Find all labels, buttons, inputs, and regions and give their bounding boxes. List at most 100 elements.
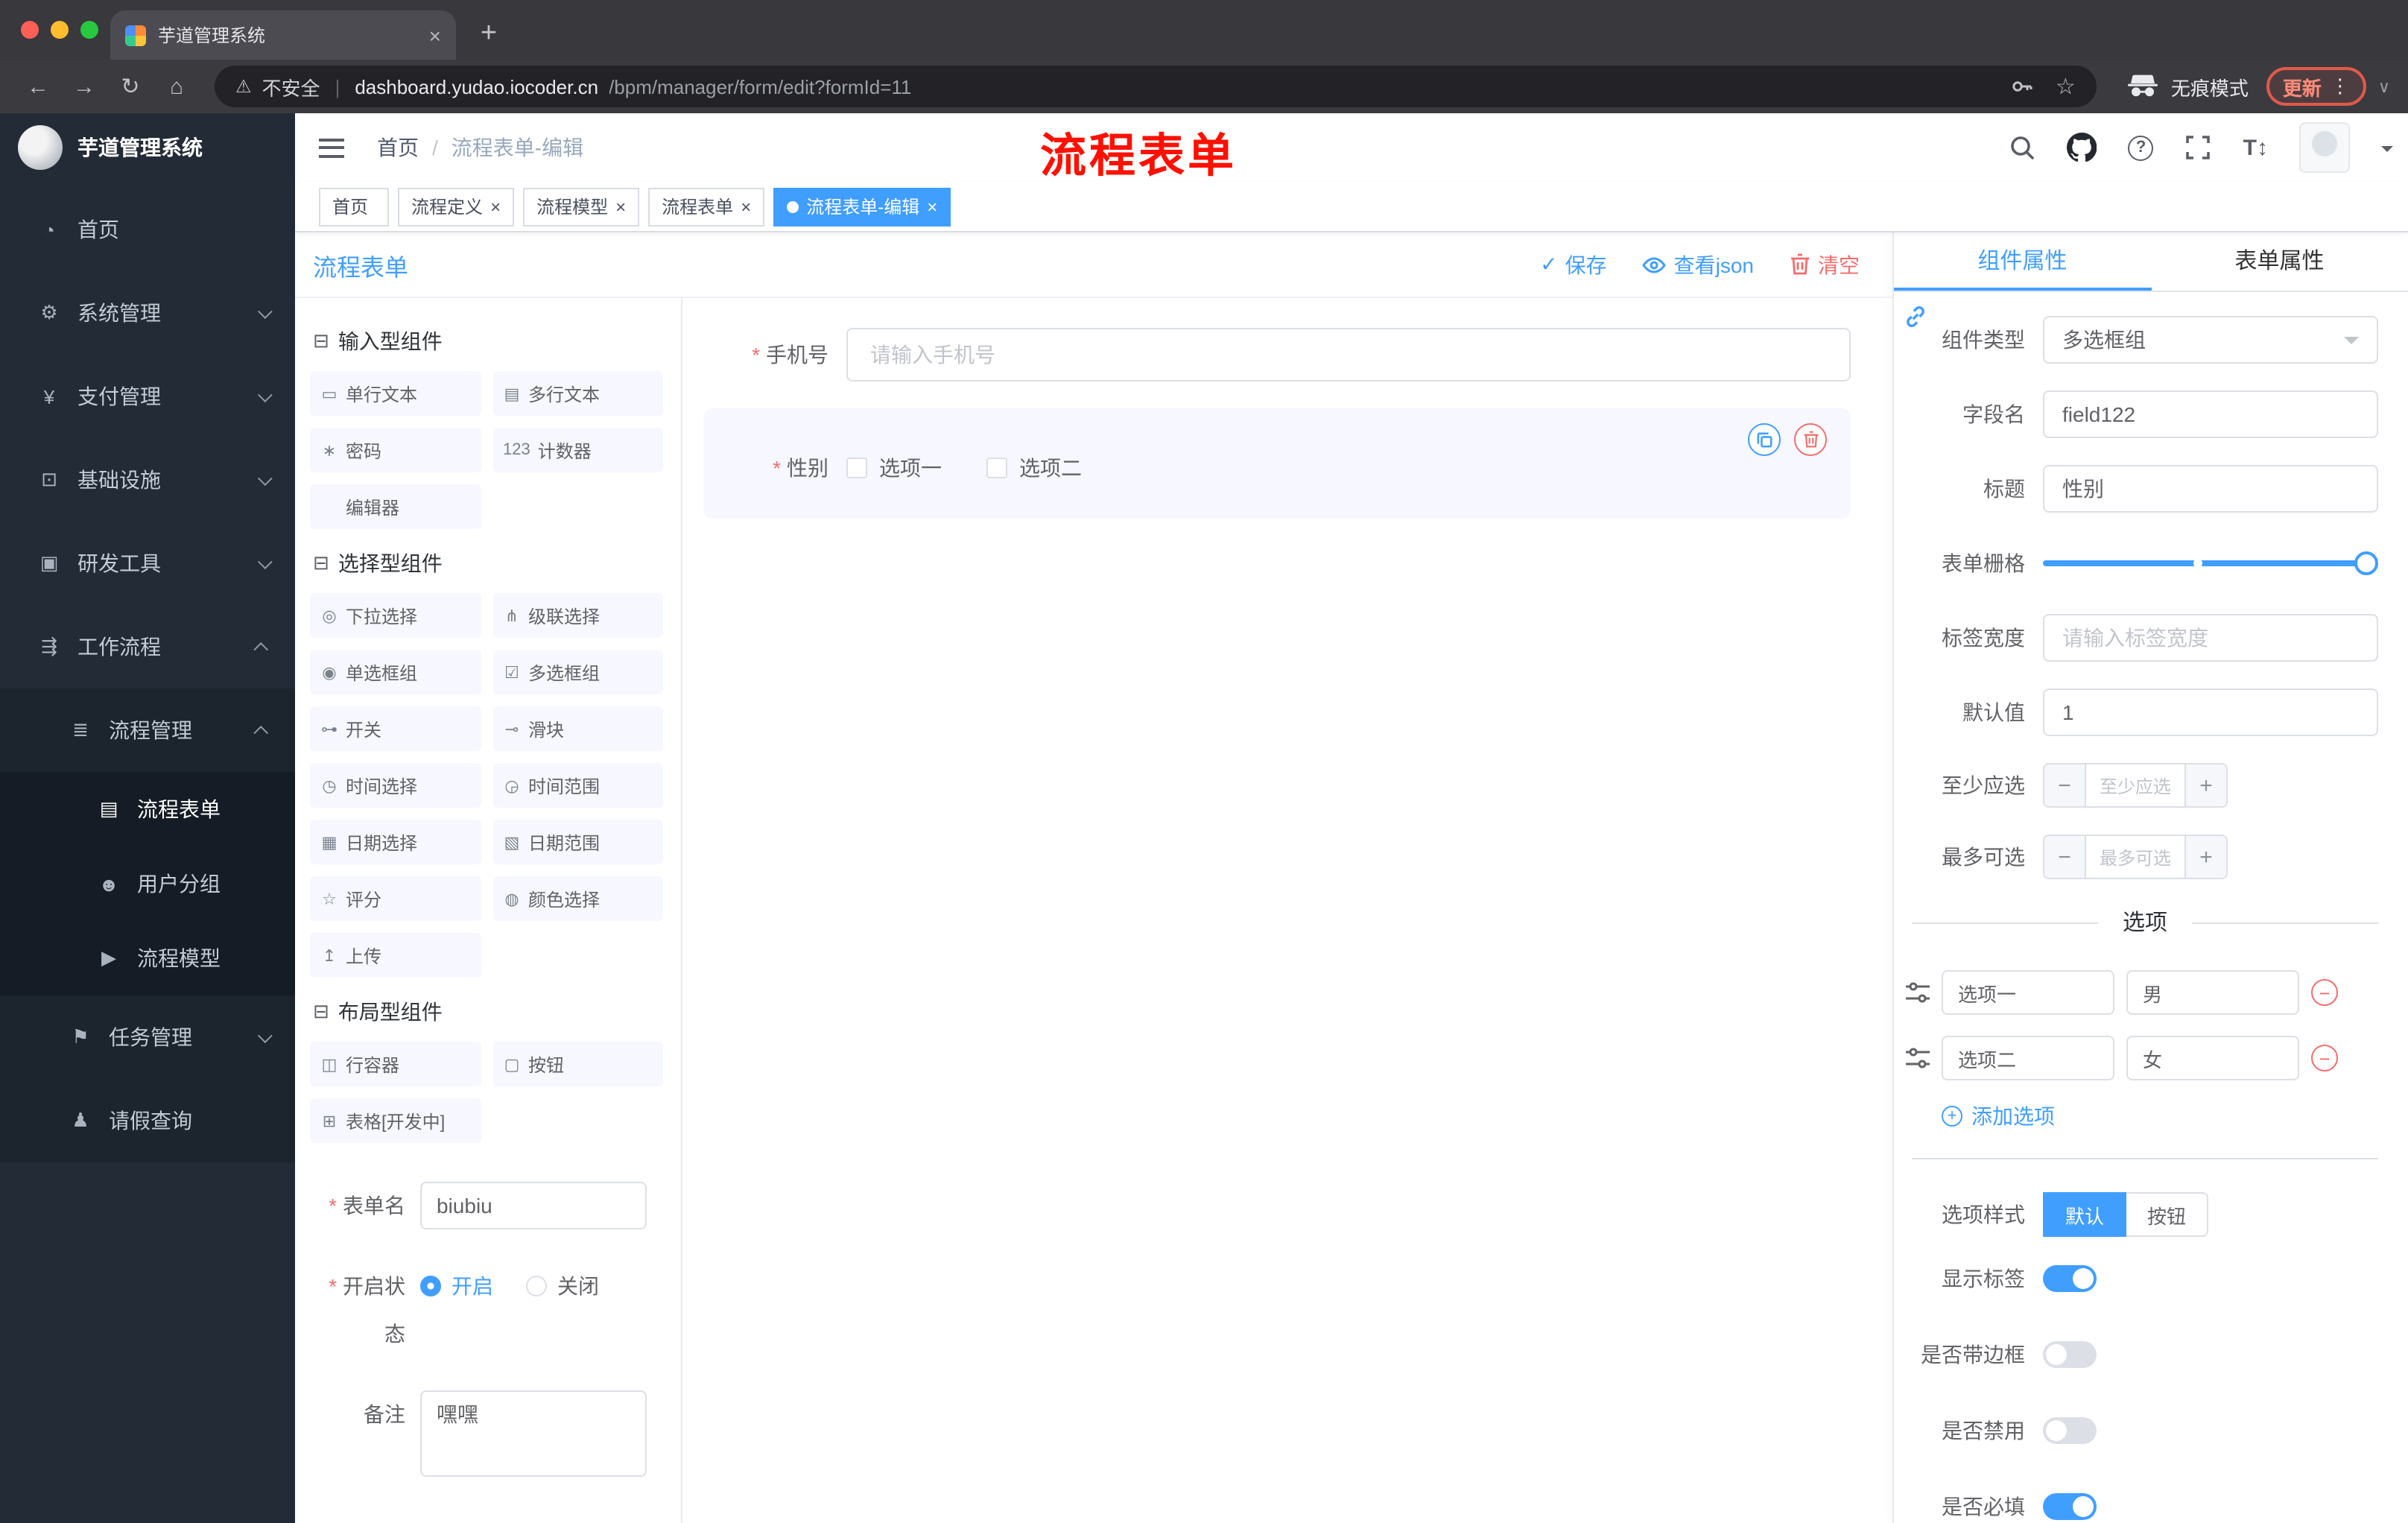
tag-process-form[interactable]: 流程表单 × — [648, 187, 765, 226]
sidebar-item-devtools[interactable]: ▣ 研发工具 — [0, 522, 295, 605]
option-label-input[interactable] — [1942, 970, 2114, 1015]
close-window-button[interactable] — [21, 21, 39, 39]
sidebar-item-user-group[interactable]: ☻ 用户分组 — [0, 846, 295, 921]
palette-item[interactable]: ◷ 时间选择 — [310, 763, 481, 808]
sidebar-toggle-icon[interactable] — [319, 138, 344, 157]
drag-handle-icon[interactable] — [1906, 1048, 1930, 1068]
fullscreen-icon[interactable] — [2185, 134, 2212, 161]
help-icon[interactable]: ? — [2128, 135, 2154, 160]
palette-item[interactable]: ⊶ 开关 — [310, 706, 481, 751]
zoom-window-button[interactable] — [80, 21, 98, 39]
sidebar-item-process-form[interactable]: ▤ 流程表单 — [0, 772, 295, 846]
checkbox-option[interactable]: 选项一 — [846, 453, 942, 483]
bookmark-star-icon[interactable]: ☆ — [2056, 73, 2076, 100]
tag-close-icon[interactable]: × — [741, 196, 751, 217]
breadcrumb-home[interactable]: 首页 — [377, 133, 419, 162]
palette-item[interactable]: 123 计数器 — [492, 428, 663, 472]
palette-item[interactable]: ∗ 密码 — [310, 428, 481, 472]
increase-button[interactable]: + — [2184, 836, 2226, 878]
palette-item[interactable]: ⊞ 表格[开发中] — [310, 1098, 481, 1143]
search-icon[interactable] — [2009, 134, 2036, 161]
palette-item[interactable]: ◎ 下拉选择 — [310, 593, 481, 638]
copy-component-button[interactable] — [1748, 423, 1781, 456]
option-style-segment[interactable]: 默认 — [2043, 1192, 2127, 1237]
github-icon[interactable] — [2067, 133, 2097, 162]
sidebar-item-process-management[interactable]: ≣ 流程管理 — [0, 688, 295, 772]
form-remark-textarea[interactable]: 嘿嘿 — [420, 1390, 647, 1477]
palette-item[interactable]: ◫ 行容器 — [310, 1042, 481, 1086]
tab-close-icon[interactable]: × — [429, 23, 441, 47]
selected-component-gender[interactable]: 性别 选项一 — [703, 408, 1851, 519]
label-width-input[interactable] — [2043, 614, 2378, 662]
back-icon[interactable]: ← — [18, 66, 58, 107]
palette-item[interactable]: ▢ 按钮 — [492, 1042, 663, 1086]
avatar-caret-icon[interactable] — [2381, 146, 2393, 158]
toggle-disabled[interactable] — [2043, 1417, 2097, 1444]
decrease-button[interactable]: − — [2044, 764, 2086, 806]
sidebar-item-leave-query[interactable]: ♟ 请假查询 — [0, 1079, 295, 1162]
address-bar[interactable]: ⚠ 不安全 | dashboard.yudao.iocoder.cn /bpm/… — [215, 66, 2097, 107]
sidebar-item-process-model[interactable]: ▶ 流程模型 — [0, 921, 295, 995]
palette-item[interactable]: ⋔ 级联选择 — [492, 593, 663, 638]
tab-component-properties[interactable]: 组件属性 — [1894, 232, 2151, 291]
option-label-input[interactable] — [1942, 1036, 2114, 1080]
browser-menu-icon[interactable]: ⋮ — [2331, 75, 2350, 98]
palette-item[interactable]: ▤ 多行文本 — [492, 371, 663, 416]
component-type-select[interactable]: 多选框组 — [2043, 316, 2378, 364]
min-select-placeholder[interactable]: 至少应选 — [2086, 764, 2184, 806]
phone-input[interactable] — [846, 328, 1851, 381]
new-tab-button[interactable]: + — [468, 13, 510, 55]
slider-track[interactable] — [2043, 551, 2378, 575]
option-value-input[interactable] — [2126, 970, 2299, 1015]
tag-close-icon[interactable]: × — [927, 196, 937, 217]
minimize-window-button[interactable] — [51, 21, 69, 39]
sidebar-item-payment[interactable]: ¥ 支付管理 — [0, 355, 295, 438]
sidebar-item-infrastructure[interactable]: ⊡ 基础设施 — [0, 438, 295, 522]
save-button[interactable]: ✓ 保存 — [1540, 250, 1606, 279]
grid-slider[interactable] — [2043, 539, 2378, 587]
tag-close-icon[interactable]: × — [490, 196, 501, 217]
link-icon[interactable] — [1903, 304, 1928, 334]
key-icon[interactable] — [2011, 75, 2035, 98]
decrease-button[interactable]: − — [2044, 836, 2086, 878]
option-value-input[interactable] — [2126, 1036, 2299, 1080]
remove-option-button[interactable]: − — [2311, 1045, 2338, 1071]
palette-item[interactable]: ◉ 单选框组 — [310, 650, 481, 694]
palette-item[interactable]: ↥ 上传 — [310, 933, 481, 978]
avatar[interactable] — [2299, 122, 2350, 173]
palette-item[interactable]: ⊸ 滑块 — [492, 706, 663, 751]
slider-handle[interactable] — [2354, 551, 2378, 575]
toggle-required[interactable] — [2043, 1493, 2097, 1520]
delete-component-button[interactable] — [1794, 423, 1827, 456]
reload-icon[interactable]: ↻ — [110, 66, 150, 107]
forward-icon[interactable]: → — [64, 66, 104, 107]
max-select-placeholder[interactable]: 最多可选 — [2086, 836, 2184, 878]
radio-status-off[interactable]: 关闭 — [526, 1271, 599, 1301]
toggle-with-border[interactable] — [2043, 1341, 2097, 1368]
clear-button[interactable]: 清空 — [1790, 250, 1860, 279]
tag-process-definition[interactable]: 流程定义 × — [398, 187, 515, 226]
palette-item[interactable]: ☆ 评分 — [310, 876, 481, 921]
palette-item[interactable]: ☑ 多选框组 — [492, 650, 663, 694]
remove-option-button[interactable]: − — [2311, 979, 2338, 1006]
browser-tab[interactable]: 芋道管理系统 × — [110, 10, 456, 60]
sidebar-logo-row[interactable]: 芋道管理系统 — [0, 113, 295, 182]
home-icon[interactable]: ⌂ — [156, 66, 197, 107]
font-size-icon[interactable]: T↕ — [2243, 135, 2268, 160]
view-json-button[interactable]: 查看json — [1642, 250, 1754, 279]
tab-form-properties[interactable]: 表单属性 — [2151, 232, 2408, 291]
field-name-input[interactable] — [2043, 390, 2378, 438]
palette-item[interactable]: ▭ 单行文本 — [310, 371, 481, 416]
palette-item[interactable]: ◶ 时间范围 — [492, 763, 663, 808]
default-value-input[interactable] — [2043, 688, 2378, 736]
sidebar-item-task-management[interactable]: ⚑ 任务管理 — [0, 995, 295, 1079]
tag-close-icon[interactable]: × — [615, 196, 626, 217]
drag-handle-icon[interactable] — [1906, 982, 1930, 1003]
sidebar-item-home[interactable]: ◔ 首页 — [0, 188, 295, 271]
palette-item[interactable]: ▦ 日期选择 — [310, 820, 481, 864]
tag-home[interactable]: 首页 — [319, 187, 390, 226]
palette-item[interactable]: 编辑器 — [310, 484, 481, 529]
tag-process-form-edit[interactable]: 流程表单-编辑 × — [773, 187, 951, 226]
palette-item[interactable]: ◍ 颜色选择 — [492, 876, 663, 921]
toggle-show-label[interactable] — [2043, 1265, 2097, 1292]
